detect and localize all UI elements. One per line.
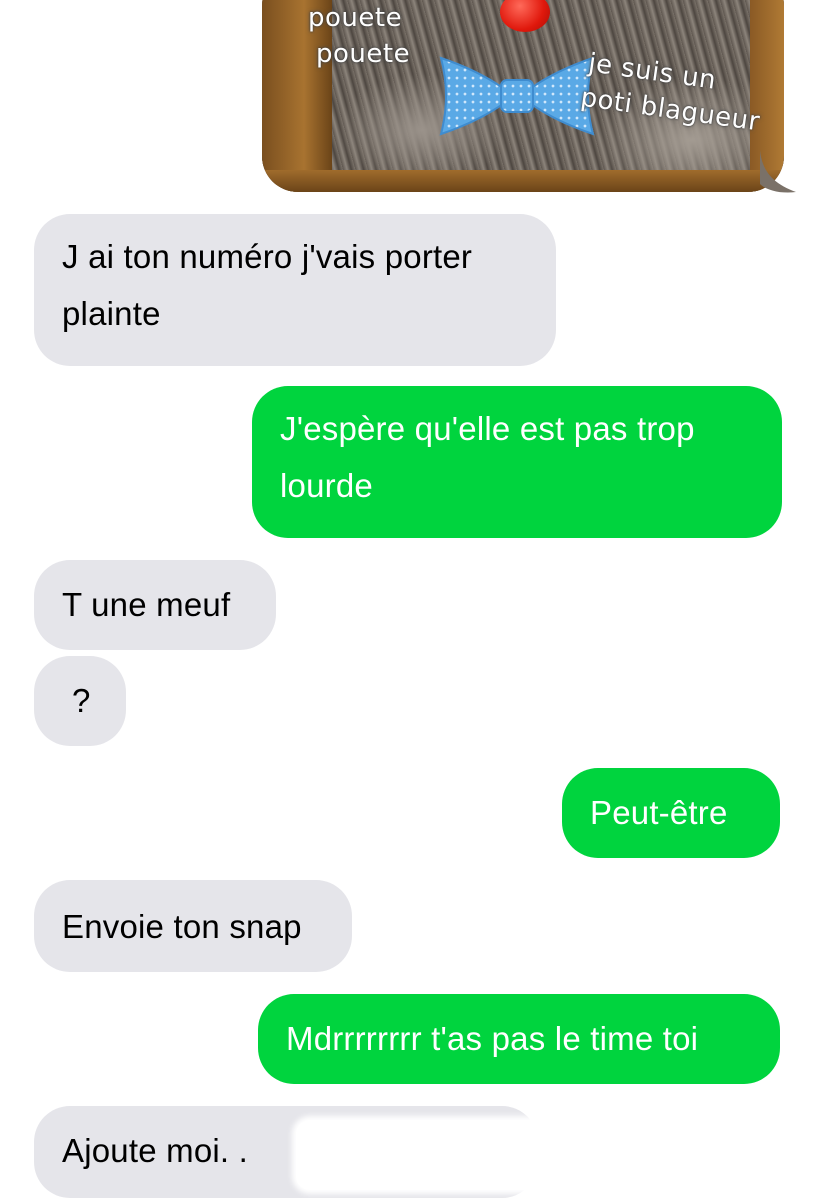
image-caption: pouete [316,39,411,69]
message-bubble-incoming[interactable]: T une meuf [34,560,276,650]
message-text: J'espère qu'elle est pas trop [280,410,695,447]
message-bubble-incoming[interactable]: Ajoute moi. . [32,1106,564,1198]
message-bubble-outgoing[interactable]: Mdrrrrrrrr t'as pas le time toi [258,994,782,1084]
message-bubble-outgoing[interactable]: Peut-être [562,768,782,858]
message-bubble-outgoing[interactable]: J'espère qu'elle est pas trop lourde [252,386,784,538]
message-bubble-incoming[interactable]: J ai ton numéro j'vais porter plainte [32,214,556,366]
bubble-tail [32,703,68,746]
bubble-tail [748,495,784,538]
message-bubble-incoming[interactable]: ? [32,656,126,746]
message-bubble-incoming[interactable]: Envoie ton snap [32,880,352,972]
bubble-tail [760,150,796,193]
message-text: lourde [280,467,373,504]
message-text: T une meuf [62,586,231,623]
image-message[interactable]: pouete pouete je suis un poti blagueur [262,0,784,192]
image-caption: pouete [308,3,403,33]
message-text: Mdrrrrrrrr t'as pas le time toi [286,1020,699,1057]
message-text: Envoie ton snap [62,908,302,945]
message-text: ? [72,682,91,719]
message-text: plainte [62,295,161,332]
photo-frame [262,170,784,192]
message-thread: pouete pouete je suis un poti blagueur J… [0,0,818,1200]
bubble-tail [746,815,782,858]
bowtie-icon [439,56,595,136]
bubble-tail [746,1041,782,1084]
message-text: Peut-être [590,794,728,831]
message-text: J ai ton numéro j'vais porter [62,238,473,275]
redaction-overlay [296,1120,564,1190]
